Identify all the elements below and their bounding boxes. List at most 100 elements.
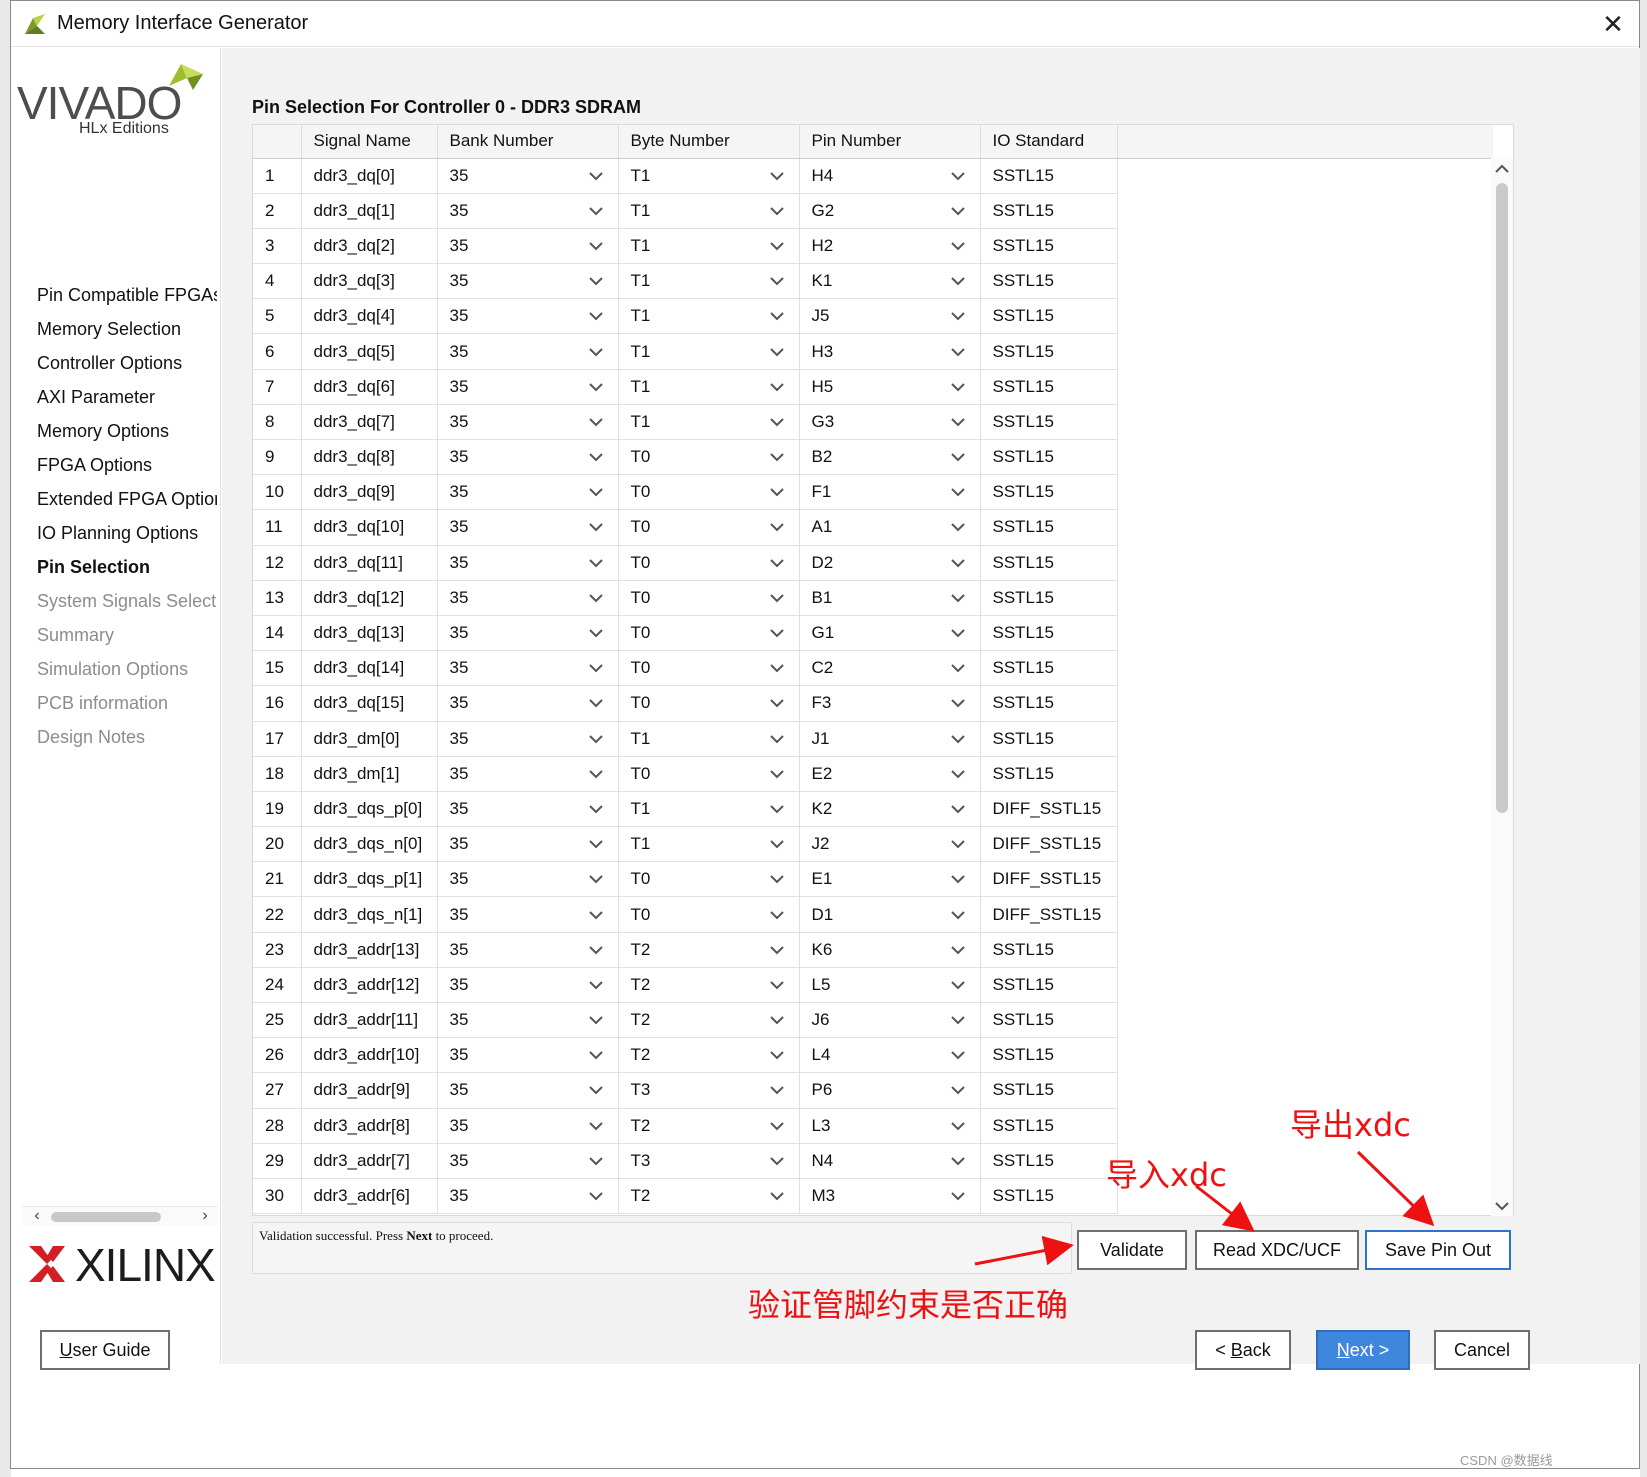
table-row[interactable]: 9 ddr3_dq[8] 35 T0 B2 SSTL15 <box>253 439 1493 476</box>
byte-number-select[interactable]: T3 <box>618 1143 800 1179</box>
table-row[interactable]: 20 ddr3_dqs_n[0] 35 T1 J2 DIFF_SSTL15 <box>253 826 1493 863</box>
bank-number-select[interactable]: 35 <box>437 861 619 898</box>
byte-number-select[interactable]: T3 <box>618 1072 800 1109</box>
step-axi-parameter[interactable]: AXI Parameter <box>37 380 217 414</box>
col-header-bank-number[interactable]: Bank Number <box>437 125 619 159</box>
table-row[interactable]: 10 ddr3_dq[9] 35 T0 F1 SSTL15 <box>253 474 1493 511</box>
byte-number-select[interactable]: T1 <box>618 263 800 300</box>
step-pin-compatible[interactable]: Pin Compatible FPGAs <box>37 278 217 312</box>
sidebar-scroll-thumb[interactable] <box>51 1212 161 1222</box>
byte-number-select[interactable]: T1 <box>618 791 800 828</box>
user-guide-button[interactable]: User Guide <box>40 1330 170 1370</box>
byte-number-select[interactable]: T1 <box>618 369 800 405</box>
table-row[interactable]: 16 ddr3_dq[15] 35 T0 F3 SSTL15 <box>253 685 1493 722</box>
pin-number-select[interactable]: K2 <box>799 791 981 828</box>
pin-number-select[interactable]: B2 <box>799 439 981 476</box>
bank-number-select[interactable]: 35 <box>437 1178 619 1215</box>
table-row[interactable]: 24 ddr3_addr[12] 35 T2 L5 SSTL15 <box>253 967 1493 1004</box>
bank-number-select[interactable]: 35 <box>437 932 619 968</box>
pin-number-select[interactable]: A1 <box>799 509 981 546</box>
bank-number-select[interactable]: 35 <box>437 1002 619 1039</box>
step-fpga-options[interactable]: FPGA Options <box>37 448 217 482</box>
col-header-byte-number[interactable]: Byte Number <box>618 125 800 159</box>
pin-number-select[interactable]: D2 <box>799 545 981 581</box>
read-xdc-ucf-button[interactable]: Read XDC/UCF <box>1195 1230 1359 1270</box>
scroll-right-icon[interactable]: › <box>195 1207 215 1225</box>
byte-number-select[interactable]: T0 <box>618 580 800 616</box>
col-header-io-standard[interactable]: IO Standard <box>980 125 1118 159</box>
bank-number-select[interactable]: 35 <box>437 474 619 511</box>
pin-number-select[interactable]: C2 <box>799 650 981 687</box>
table-row[interactable]: 17 ddr3_dm[0] 35 T1 J1 SSTL15 <box>253 721 1493 757</box>
scroll-left-icon[interactable]: ‹ <box>27 1207 47 1225</box>
col-header-pin-number[interactable]: Pin Number <box>799 125 981 159</box>
pin-number-select[interactable]: K6 <box>799 932 981 968</box>
scroll-down-icon[interactable] <box>1494 1200 1510 1212</box>
byte-number-select[interactable]: T1 <box>618 158 800 194</box>
pin-number-select[interactable]: N4 <box>799 1143 981 1179</box>
byte-number-select[interactable]: T0 <box>618 474 800 511</box>
table-row[interactable]: 11 ddr3_dq[10] 35 T0 A1 SSTL15 <box>253 509 1493 546</box>
byte-number-select[interactable]: T2 <box>618 967 800 1004</box>
byte-number-select[interactable]: T2 <box>618 1037 800 1074</box>
bank-number-select[interactable]: 35 <box>437 756 619 792</box>
pin-number-select[interactable]: E1 <box>799 861 981 898</box>
bank-number-select[interactable]: 35 <box>437 404 619 441</box>
pin-number-select[interactable]: B1 <box>799 580 981 616</box>
bank-number-select[interactable]: 35 <box>437 439 619 476</box>
byte-number-select[interactable]: T0 <box>618 896 800 933</box>
bank-number-select[interactable]: 35 <box>437 615 619 652</box>
bank-number-select[interactable]: 35 <box>437 263 619 300</box>
table-row[interactable]: 8 ddr3_dq[7] 35 T1 G3 SSTL15 <box>253 404 1493 441</box>
byte-number-select[interactable]: T0 <box>618 685 800 722</box>
close-button[interactable]: ✕ <box>1595 7 1631 41</box>
byte-number-select[interactable]: T2 <box>618 1178 800 1215</box>
pin-number-select[interactable]: G3 <box>799 404 981 441</box>
byte-number-select[interactable]: T2 <box>618 1108 800 1144</box>
pin-number-select[interactable]: G2 <box>799 193 981 229</box>
byte-number-select[interactable]: T1 <box>618 404 800 441</box>
pin-number-select[interactable]: P6 <box>799 1072 981 1109</box>
byte-number-select[interactable]: T2 <box>618 1002 800 1039</box>
sidebar-hscrollbar[interactable]: ‹ › <box>23 1206 217 1226</box>
save-pin-out-button[interactable]: Save Pin Out <box>1365 1230 1511 1270</box>
pin-number-select[interactable]: F3 <box>799 685 981 722</box>
table-row[interactable]: 26 ddr3_addr[10] 35 T2 L4 SSTL15 <box>253 1037 1493 1074</box>
pin-number-select[interactable]: H5 <box>799 369 981 405</box>
table-row[interactable]: 13 ddr3_dq[12] 35 T0 B1 SSTL15 <box>253 580 1493 616</box>
bank-number-select[interactable]: 35 <box>437 826 619 863</box>
pin-number-select[interactable]: M3 <box>799 1178 981 1215</box>
bank-number-select[interactable]: 35 <box>437 158 619 194</box>
step-pin-selection[interactable]: Pin Selection <box>37 550 217 584</box>
table-row[interactable]: 6 ddr3_dq[5] 35 T1 H3 SSTL15 <box>253 333 1493 370</box>
pin-number-select[interactable]: J6 <box>799 1002 981 1039</box>
bank-number-select[interactable]: 35 <box>437 967 619 1004</box>
byte-number-select[interactable]: T1 <box>618 298 800 335</box>
byte-number-select[interactable]: T0 <box>618 439 800 476</box>
pin-number-select[interactable]: J2 <box>799 826 981 863</box>
pin-number-select[interactable]: F1 <box>799 474 981 511</box>
table-row[interactable]: 2 ddr3_dq[1] 35 T1 G2 SSTL15 <box>253 193 1493 229</box>
table-row[interactable]: 5 ddr3_dq[4] 35 T1 J5 SSTL15 <box>253 298 1493 335</box>
table-row[interactable]: 23 ddr3_addr[13] 35 T2 K6 SSTL15 <box>253 932 1493 968</box>
byte-number-select[interactable]: T1 <box>618 826 800 863</box>
byte-number-select[interactable]: T1 <box>618 228 800 265</box>
pin-number-select[interactable]: G1 <box>799 615 981 652</box>
step-memory-options[interactable]: Memory Options <box>37 414 217 448</box>
byte-number-select[interactable]: T0 <box>618 650 800 687</box>
byte-number-select[interactable]: T2 <box>618 932 800 968</box>
byte-number-select[interactable]: T0 <box>618 756 800 792</box>
table-row[interactable]: 22 ddr3_dqs_n[1] 35 T0 D1 DIFF_SSTL15 <box>253 896 1493 933</box>
pin-number-select[interactable]: D1 <box>799 896 981 933</box>
table-row[interactable]: 3 ddr3_dq[2] 35 T1 H2 SSTL15 <box>253 228 1493 265</box>
bank-number-select[interactable]: 35 <box>437 545 619 581</box>
byte-number-select[interactable]: T1 <box>618 721 800 757</box>
table-row[interactable]: 1 ddr3_dq[0] 35 T1 H4 SSTL15 <box>253 158 1493 194</box>
table-row[interactable]: 18 ddr3_dm[1] 35 T0 E2 SSTL15 <box>253 756 1493 792</box>
pin-number-select[interactable]: H2 <box>799 228 981 265</box>
pin-number-select[interactable]: L3 <box>799 1108 981 1144</box>
validate-button[interactable]: Validate <box>1077 1230 1187 1270</box>
back-button[interactable]: < Back <box>1195 1330 1291 1370</box>
step-extended-fpga-options[interactable]: Extended FPGA Options <box>37 482 217 516</box>
table-row[interactable]: 21 ddr3_dqs_p[1] 35 T0 E1 DIFF_SSTL15 <box>253 861 1493 898</box>
